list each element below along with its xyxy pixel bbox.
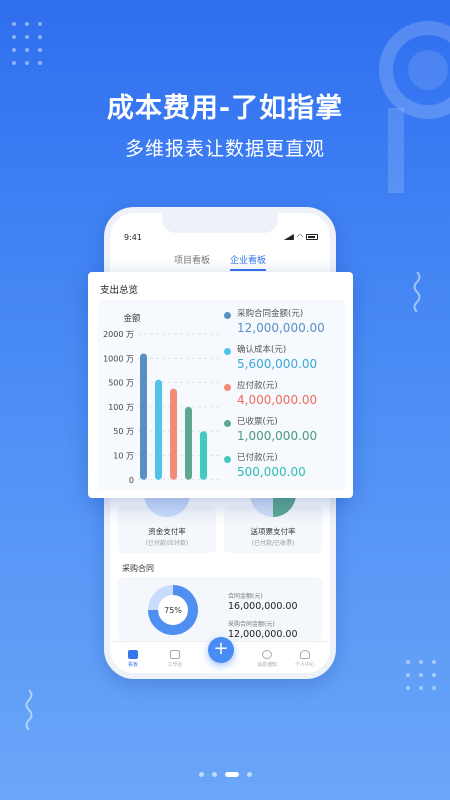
rate-card-invoice[interactable]: 送项票支付率 (已付款/已收票) — [224, 493, 322, 553]
message-icon — [262, 650, 272, 659]
rate-cards: 资金支付率 (已付款/应付款) 送项票支付率 (已付款/已收票) — [118, 493, 322, 553]
y-tick-label: 50 万 — [113, 427, 134, 436]
add-button[interactable]: + — [208, 637, 234, 663]
page-dot[interactable] — [198, 772, 204, 777]
contract-donut-chart: 75% — [148, 585, 198, 635]
bar-1 — [140, 353, 147, 480]
legend-name: 已付款(元) — [237, 453, 278, 463]
legend-dot — [224, 348, 231, 355]
page-dot[interactable] — [246, 772, 252, 777]
battery-icon — [306, 234, 318, 240]
contract-section-title: 采购合同 — [122, 564, 154, 573]
y-axis-label: 金额 — [123, 313, 141, 324]
legend-item: 采购合同金额(元) 12,000,000.00 — [224, 308, 325, 344]
legend-item: 应付款(元) 4,000,000.00 — [224, 380, 325, 416]
profile-icon — [300, 650, 310, 659]
y-tick-label: 2000 万 — [103, 330, 134, 339]
phone-notch — [162, 213, 278, 233]
tabbar-label: 看板 — [127, 662, 138, 668]
purchase-amount-label: 采购合同金额(元) — [228, 621, 275, 628]
legend-name: 已收票(元) — [237, 417, 278, 427]
y-tick-label: 1000 万 — [103, 354, 134, 363]
tabbar-label: 消息通知 — [256, 662, 277, 668]
signal-icon — [283, 234, 294, 240]
tabbar-item-messages[interactable]: 消息通知 — [252, 650, 282, 668]
legend-value: 1,000,000.00 — [237, 429, 318, 443]
decor-dots-right — [406, 660, 436, 690]
purchase-amount-value: 12,000,000.00 — [228, 629, 298, 640]
legend-name: 采购合同金额(元) — [237, 309, 304, 319]
rate-title: 送项票支付率 — [250, 527, 296, 536]
tabbar-item-profile[interactable]: 个人中心 — [290, 650, 320, 668]
legend-dot — [224, 312, 231, 319]
tab-project-board[interactable]: 项目看板 — [174, 253, 210, 271]
workbench-icon — [170, 650, 180, 659]
bar-5 — [200, 431, 207, 480]
decor-wave-right — [413, 272, 421, 312]
page-indicator — [0, 772, 450, 777]
legend-name: 应付款(元) — [237, 381, 278, 391]
y-tick-label: 10 万 — [113, 452, 134, 461]
legend-value: 4,000,000.00 — [237, 393, 318, 407]
contract-total-label: 合同金额(元) — [228, 593, 263, 600]
page-dot[interactable] — [224, 772, 239, 777]
tab-enterprise-board[interactable]: 企业看板 — [230, 253, 267, 271]
tabbar-label: 个人中心 — [294, 662, 315, 668]
decor-wave — [25, 690, 33, 730]
headline: 成本费用-了如指掌 — [106, 93, 344, 124]
card-title: 支出总览 — [100, 285, 139, 296]
bar-3 — [170, 388, 177, 480]
expense-bar-chart: 金额 2000 万 1000 万 500 万 100 万 50 万 10 万 0 — [103, 313, 220, 485]
rate-title: 资金支付率 — [148, 527, 186, 536]
page-dot[interactable] — [211, 772, 217, 777]
bar-4 — [185, 406, 192, 480]
y-tick-label: 500 万 — [108, 379, 134, 388]
legend-item: 确认成本(元) 5,600,000.00 — [224, 344, 325, 380]
rate-sub: (已付款/应付款) — [145, 540, 189, 547]
legend-dot — [224, 384, 231, 391]
bar-2 — [155, 379, 162, 480]
tabbar-item-dashboard[interactable]: 看板 — [118, 650, 148, 668]
legend-dot — [224, 420, 231, 427]
wifi-icon: ◠ — [296, 233, 303, 241]
decor-dots — [12, 22, 42, 65]
tabbar-item-workbench[interactable]: 工作台 — [160, 650, 190, 668]
legend-dot — [224, 456, 231, 463]
y-tick-label: 0 — [129, 476, 134, 485]
chart-legend: 采购合同金额(元) 12,000,000.00 确认成本(元) 5,600,000.0… — [224, 308, 325, 488]
legend-item: 已付款(元) 500,000.00 — [224, 452, 325, 488]
expense-overview-card: 支出总览 金额 2000 万 1000 万 500 万 100 万 50 万 10 万 0 采… — [88, 272, 353, 498]
legend-item: 已收票(元) 1,000,000.00 — [224, 416, 325, 452]
tabbar-label: 工作台 — [167, 662, 183, 668]
contract-total-value: 16,000,000.00 — [228, 601, 298, 612]
y-tick-label: 100 万 — [108, 403, 134, 412]
board-tabs: 项目看板 企业看板 — [110, 253, 330, 271]
legend-name: 确认成本(元) — [237, 345, 287, 355]
subline: 多维报表让数据更直观 — [124, 138, 325, 160]
dashboard-icon — [128, 650, 138, 659]
legend-value: 500,000.00 — [237, 465, 306, 479]
legend-value: 12,000,000.00 — [237, 321, 325, 335]
donut-percent: 75% — [158, 595, 188, 625]
status-time: 9:41 — [124, 233, 142, 242]
rate-sub: (已付款/已收票) — [251, 540, 295, 547]
rate-card-payment[interactable]: 资金支付率 (已付款/应付款) — [118, 493, 216, 553]
status-icons: ◠ — [283, 233, 318, 241]
legend-value: 5,600,000.00 — [237, 357, 318, 371]
